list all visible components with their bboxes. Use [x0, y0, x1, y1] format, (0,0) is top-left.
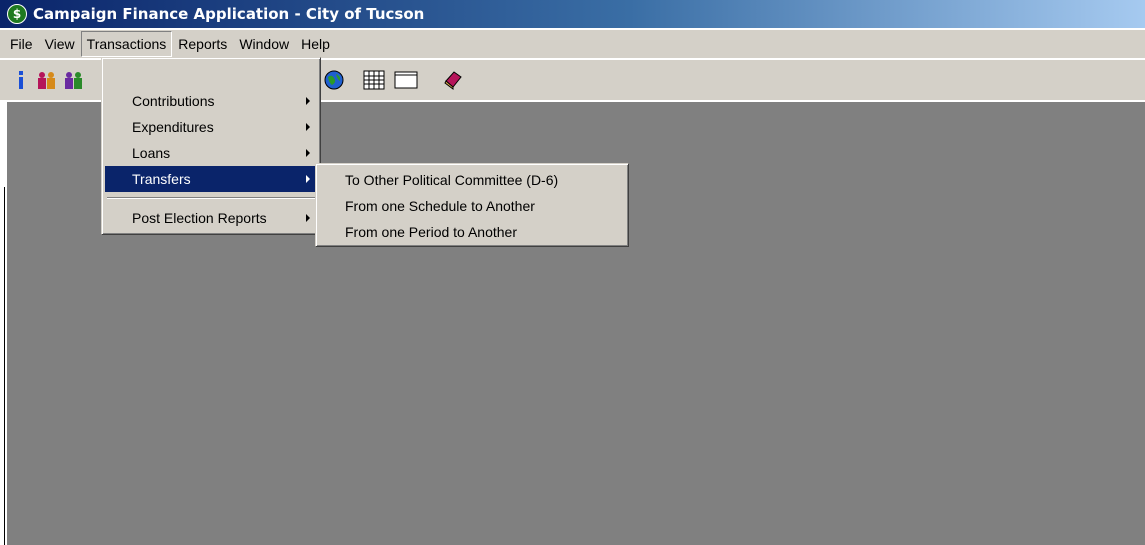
submenu-arrow-icon — [306, 214, 310, 222]
menu-item-expenditures[interactable]: Expenditures — [105, 114, 317, 140]
calendar-grid-icon[interactable] — [361, 67, 387, 93]
menu-item-transfers[interactable]: Transfers — [105, 166, 317, 192]
menu-window[interactable]: Window — [233, 31, 295, 57]
book-icon[interactable] — [440, 67, 466, 93]
menu-item-label: Post Election Reports — [132, 210, 267, 226]
people-icon[interactable] — [34, 67, 60, 93]
menu-item-label: Transfers — [132, 171, 191, 187]
globe-icon[interactable] — [321, 67, 347, 93]
menu-item-post-election-reports[interactable]: Post Election Reports — [105, 205, 317, 231]
menu-item-label: Contributions — [132, 93, 215, 109]
info-icon[interactable] — [8, 67, 34, 93]
menu-reports[interactable]: Reports — [172, 31, 233, 57]
menu-transactions[interactable]: Transactions — [80, 31, 173, 57]
menu-item-label: Loans — [132, 145, 171, 161]
group-icon[interactable] — [60, 67, 86, 93]
menu-item-loans[interactable]: Loans — [105, 140, 317, 166]
menu-separator — [107, 197, 315, 199]
menu-item-label: Expenditures — [132, 119, 214, 135]
submenu-arrow-icon — [306, 123, 310, 131]
menu-item-contributions[interactable]: Contributions — [105, 88, 317, 114]
menu-file[interactable]: File — [4, 31, 39, 57]
window-title: Campaign Finance Application - City of T… — [33, 5, 425, 23]
menu-bar: File View Transactions Reports Window He… — [0, 30, 1145, 58]
submenu-item-schedule-to-schedule[interactable]: From one Schedule to Another — [319, 193, 625, 219]
submenu-arrow-icon — [306, 149, 310, 157]
menu-view[interactable]: View — [39, 31, 81, 57]
window-icon[interactable] — [393, 67, 419, 93]
submenu-arrow-icon — [306, 97, 310, 105]
menu-help[interactable]: Help — [295, 31, 336, 57]
window-edge — [0, 102, 7, 545]
submenu-arrow-icon — [306, 175, 310, 183]
submenu-item-other-committee[interactable]: To Other Political Committee (D-6) — [319, 167, 625, 193]
transfers-submenu: To Other Political Committee (D-6) From … — [315, 163, 629, 247]
transactions-menu: Contributions Expenditures Loans Transfe… — [101, 57, 321, 235]
title-bar: $ Campaign Finance Application - City of… — [0, 0, 1145, 28]
submenu-item-period-to-period[interactable]: From one Period to Another — [319, 219, 625, 245]
dollar-globe-icon[interactable]: $ — [7, 4, 27, 24]
